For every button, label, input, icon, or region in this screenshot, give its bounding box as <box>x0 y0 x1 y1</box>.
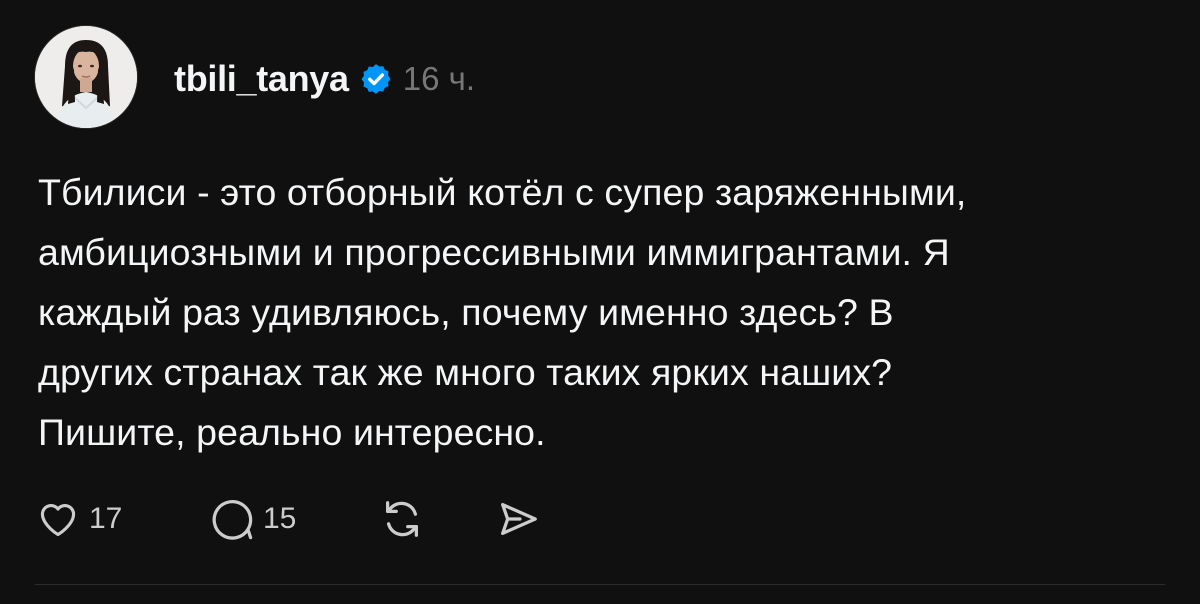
post-header: tbili_tanya 16 ч. <box>174 56 475 102</box>
avatar[interactable] <box>35 26 137 128</box>
heart-icon <box>40 504 76 537</box>
username[interactable]: tbili_tanya <box>174 58 349 100</box>
reply-button[interactable]: 15 <box>209 496 349 542</box>
send-icon <box>501 502 537 536</box>
like-button[interactable]: 17 <box>35 497 145 541</box>
post-body: Тбилиси - это отборный котёл с супер зар… <box>38 162 1173 462</box>
repost-icon <box>385 501 419 537</box>
post-divider <box>35 584 1165 585</box>
verified-badge-icon <box>359 62 393 96</box>
like-count: 17 <box>89 502 123 535</box>
reply-count: 15 <box>263 502 297 535</box>
post-actions: 17 15 <box>35 493 541 545</box>
comment-icon <box>212 500 253 540</box>
post-timestamp[interactable]: 16 ч. <box>403 60 475 98</box>
post-text-line: каждый раз удивляюсь, почему именно здес… <box>38 291 894 333</box>
thread-post: tbili_tanya 16 ч. Тбилиси - это отборный… <box>0 0 1200 604</box>
share-button[interactable] <box>495 496 541 542</box>
profile-photo-icon <box>35 26 137 128</box>
repost-button[interactable] <box>379 496 489 542</box>
post-text-line: других странах так же много таких ярких … <box>38 351 893 393</box>
post-text-line: Пишите, реально интересно. <box>38 411 546 453</box>
post-text-line: амбициозными и прогрессивными иммигранта… <box>38 231 950 273</box>
post-text-line: Тбилиси - это отборный котёл с супер зар… <box>38 171 967 213</box>
